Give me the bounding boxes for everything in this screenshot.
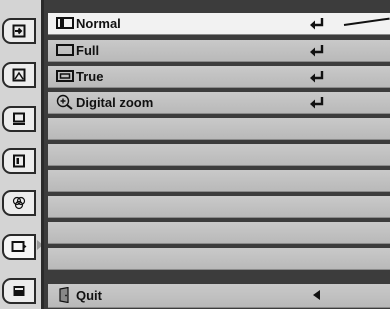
tab-setting[interactable] (2, 278, 36, 304)
menu-tab-column (0, 0, 44, 309)
quit-label: Quit (76, 288, 102, 303)
left-arrow-icon (313, 290, 320, 300)
osd-menu-panel: Normal Full True Digital zoom Quit (0, 0, 390, 309)
input-icon (12, 24, 26, 38)
pc-adjust-icon (13, 112, 25, 125)
menu-item-empty (48, 222, 390, 244)
menu-item-empty (48, 118, 390, 140)
menu-item-label: Full (76, 43, 100, 58)
enter-icon (310, 18, 324, 30)
tab-pc-adjust[interactable] (2, 106, 36, 132)
quit-door-icon (59, 287, 69, 303)
menu-item-label: Normal (76, 16, 121, 31)
tab-screen[interactable] (2, 234, 36, 260)
callout-line (343, 17, 390, 26)
menu-item-quit[interactable]: Quit (48, 284, 390, 308)
menu-item-empty (48, 144, 390, 166)
full-screen-icon (56, 44, 74, 56)
true-screen-icon (56, 70, 74, 82)
tab-image-adjust[interactable] (2, 62, 36, 88)
menu-item-digital-zoom[interactable]: Digital zoom (48, 92, 390, 114)
menu-item-empty (48, 170, 390, 192)
menu-item-empty (48, 248, 390, 270)
enter-icon (310, 45, 324, 57)
magnifier-icon (56, 94, 73, 110)
menu-item-empty (48, 196, 390, 218)
tab-color[interactable] (2, 190, 36, 216)
normal-screen-icon (56, 17, 74, 29)
setting-icon (13, 286, 25, 296)
menu-item-label: True (76, 69, 104, 84)
color-icon (12, 196, 26, 210)
menu-item-full[interactable]: Full (48, 40, 390, 62)
enter-icon (310, 71, 324, 83)
image-select-icon (13, 154, 25, 168)
screen-menu-list: Normal Full True Digital zoom Quit (44, 0, 390, 309)
image-adjust-icon (12, 68, 26, 82)
screen-icon (11, 241, 27, 252)
menu-item-label: Digital zoom (76, 95, 154, 110)
menu-item-true[interactable]: True (48, 66, 390, 88)
tab-input[interactable] (2, 18, 36, 44)
tab-image-select[interactable] (2, 148, 36, 174)
menu-item-normal[interactable]: Normal (48, 13, 390, 35)
enter-icon (310, 97, 324, 109)
